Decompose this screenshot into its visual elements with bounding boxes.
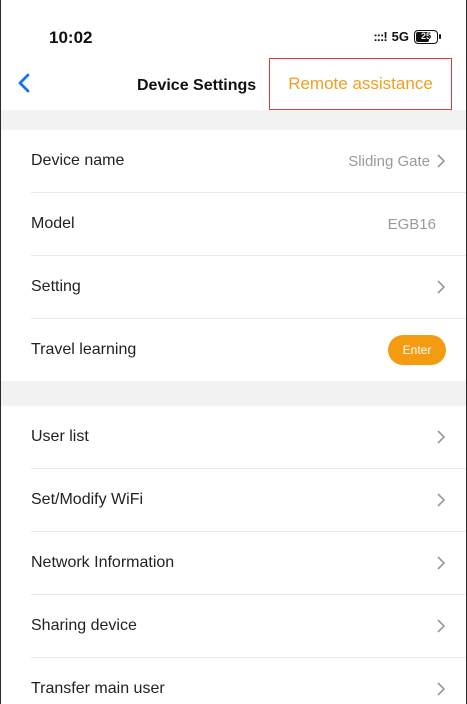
chevron-right-icon <box>437 154 446 168</box>
chevron-right-icon <box>437 280 446 294</box>
travel-learning-row: Travel learning Enter <box>31 319 466 381</box>
battery-level: 25 <box>420 31 431 41</box>
status-time: 10:02 <box>49 28 93 47</box>
remote-assistance-button[interactable]: Remote assistance <box>269 58 452 110</box>
user-settings-list: User list Set/Modify WiFi Network Inform… <box>1 406 466 704</box>
model-label: Model <box>31 215 75 232</box>
travel-learning-label: Travel learning <box>31 341 137 358</box>
chevron-right-icon <box>437 619 446 633</box>
status-indicators: :::! 5G 25 <box>373 29 441 44</box>
network-type: 5G <box>391 29 409 44</box>
section-divider <box>1 110 466 130</box>
user-list-label: User list <box>31 428 89 445</box>
section-divider <box>1 381 466 406</box>
transfer-main-user-row[interactable]: Transfer main user <box>31 658 466 704</box>
sharing-device-row[interactable]: Sharing device <box>31 595 466 658</box>
chevron-right-icon <box>437 493 446 507</box>
set-modify-wifi-label: Set/Modify WiFi <box>31 491 144 508</box>
nav-bar: Device Settings Remote assistance <box>1 50 466 110</box>
setting-label: Setting <box>31 278 81 295</box>
status-bar: 10:02 :::! 5G 25 <box>1 0 466 50</box>
chevron-right-icon <box>437 556 446 570</box>
device-name-value: Sliding Gate <box>348 152 430 170</box>
set-modify-wifi-row[interactable]: Set/Modify WiFi <box>31 469 466 532</box>
device-info-list: Device name Sliding Gate Model EGB16 Set… <box>1 130 466 381</box>
chevron-right-icon <box>437 682 446 696</box>
network-information-row[interactable]: Network Information <box>31 532 466 595</box>
network-information-label: Network Information <box>31 554 175 571</box>
battery-icon: 25 <box>414 29 441 44</box>
device-name-row[interactable]: Device name Sliding Gate <box>31 130 466 193</box>
setting-row[interactable]: Setting <box>31 256 466 319</box>
model-value: EGB16 <box>387 215 436 233</box>
device-name-label: Device name <box>31 152 125 169</box>
signal-icon: :::! <box>373 29 387 44</box>
phone-screen: 10:02 :::! 5G 25 Device Settings Remote … <box>0 0 467 704</box>
sharing-device-label: Sharing device <box>31 617 137 634</box>
enter-button[interactable]: Enter <box>388 335 446 365</box>
user-list-row[interactable]: User list <box>31 406 466 469</box>
model-row: Model EGB16 <box>31 193 466 256</box>
chevron-right-icon <box>437 430 446 444</box>
transfer-main-user-label: Transfer main user <box>31 680 165 697</box>
